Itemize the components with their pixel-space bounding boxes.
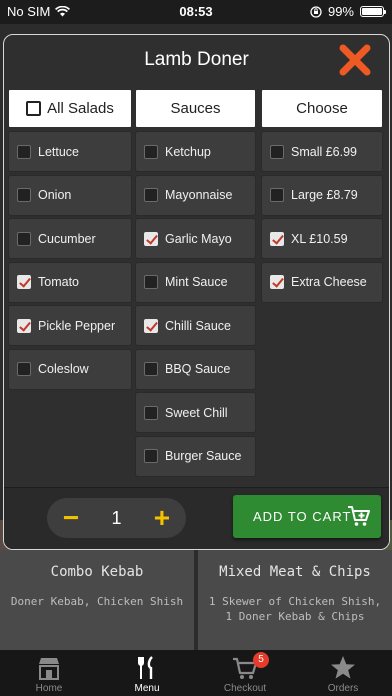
- increase-quantity-button[interactable]: +: [152, 504, 172, 532]
- option-label: Coleslow: [38, 362, 89, 376]
- battery-icon: [360, 6, 386, 17]
- option-checkbox[interactable]: [270, 275, 284, 289]
- column-header-sauces: Sauces: [136, 90, 255, 127]
- option-item[interactable]: Coleslow: [9, 349, 131, 389]
- option-checkbox[interactable]: [144, 188, 158, 202]
- status-right: 99%: [310, 4, 386, 19]
- tab-label: Home: [35, 683, 63, 694]
- all-salads-checkbox[interactable]: [26, 101, 42, 116]
- option-item[interactable]: Mayonnaise: [136, 175, 255, 215]
- option-checkbox[interactable]: [144, 362, 158, 376]
- option-checkbox[interactable]: [270, 231, 284, 246]
- option-label: Mayonnaise: [165, 188, 233, 202]
- option-checkbox[interactable]: [270, 144, 284, 159]
- option-label: Sweet Chill: [165, 405, 228, 420]
- option-item[interactable]: Large £8.79: [262, 175, 382, 215]
- option-label: Ketchup: [165, 144, 211, 159]
- option-checkbox[interactable]: [17, 362, 31, 376]
- menu-card-description: Doner Kebab, Chicken Shish: [10, 595, 184, 608]
- option-item[interactable]: Cucumber: [9, 219, 131, 258]
- close-icon[interactable]: [335, 40, 375, 80]
- tab-orders[interactable]: Orders: [294, 650, 392, 696]
- option-checkbox[interactable]: [17, 188, 31, 202]
- option-label: BBQ Sauce: [165, 362, 231, 376]
- tab-checkout[interactable]: 5 Checkout: [196, 650, 294, 696]
- option-label: Lettuce: [38, 144, 80, 159]
- menu-card-title: Mixed Meat & Chips: [219, 564, 371, 580]
- orientation-lock-icon: [310, 5, 322, 18]
- item-options-modal: Lamb Doner All Salads Sauces Choose Lett…: [3, 34, 390, 550]
- option-item[interactable]: Ketchup: [136, 132, 255, 171]
- option-label: Large £8.79: [291, 188, 358, 202]
- option-item[interactable]: XL £10.59: [262, 219, 382, 258]
- option-item[interactable]: Tomato: [9, 262, 131, 302]
- decrease-quantity-button[interactable]: −: [61, 504, 81, 532]
- column-header-choose: Choose: [262, 90, 382, 127]
- all-salads-toggle[interactable]: All Salads: [9, 90, 131, 127]
- tab-label: Checkout: [223, 683, 267, 694]
- option-label: Burger Sauce: [165, 449, 242, 463]
- option-label: Garlic Mayo: [165, 231, 232, 246]
- option-label: XL £10.59: [291, 231, 348, 246]
- option-label: Extra Cheese: [291, 275, 367, 289]
- option-item[interactable]: Burger Sauce: [136, 436, 255, 476]
- option-label: Tomato: [38, 275, 79, 289]
- option-checkbox[interactable]: [144, 144, 158, 159]
- status-bar: No SIM 08:53 99%: [0, 0, 392, 24]
- column-header-label: Choose: [296, 100, 348, 117]
- option-checkbox[interactable]: [144, 275, 158, 289]
- option-label: Small £6.99: [291, 144, 358, 159]
- option-item[interactable]: Lettuce: [9, 132, 131, 171]
- modal-footer: − 1 + ADD TO CART: [4, 488, 389, 549]
- option-item[interactable]: Garlic Mayo: [136, 219, 255, 258]
- option-label: Onion: [38, 188, 72, 202]
- menu-card-title: Combo Kebab: [50, 564, 144, 580]
- tab-home[interactable]: Home: [0, 650, 98, 696]
- option-item[interactable]: Mint Sauce: [136, 262, 255, 302]
- option-item[interactable]: Onion: [9, 175, 131, 215]
- add-to-cart-button[interactable]: ADD TO CART: [233, 495, 381, 538]
- option-item[interactable]: Extra Cheese: [262, 262, 382, 302]
- column-header-label: Sauces: [170, 100, 221, 117]
- option-checkbox[interactable]: [17, 144, 31, 159]
- option-item[interactable]: Sweet Chill: [136, 393, 255, 432]
- option-item[interactable]: Pickle Pepper: [9, 306, 131, 345]
- cart-count-badge: 5: [253, 652, 269, 668]
- option-checkbox[interactable]: [270, 188, 284, 202]
- option-checkbox[interactable]: [17, 275, 31, 289]
- option-item[interactable]: BBQ Sauce: [136, 349, 255, 389]
- tab-menu[interactable]: Menu: [98, 650, 196, 696]
- tab-label: Orders: [327, 683, 359, 694]
- modal-title: Lamb Doner: [144, 49, 249, 70]
- menu-card-description: 1 Skewer of Chicken Shish, 1 Doner Kebab…: [208, 595, 382, 623]
- option-checkbox[interactable]: [17, 318, 31, 333]
- option-label: Cucumber: [38, 231, 96, 246]
- add-cart-icon: [348, 506, 370, 526]
- quantity-stepper: − 1 +: [47, 498, 186, 538]
- quantity-value: 1: [111, 507, 122, 528]
- tab-label: Menu: [134, 683, 160, 694]
- column-header-label: All Salads: [47, 100, 114, 117]
- option-checkbox[interactable]: [144, 405, 158, 420]
- option-label: Mint Sauce: [165, 275, 228, 289]
- option-checkbox[interactable]: [144, 318, 158, 333]
- add-to-cart-label: ADD TO CART: [253, 509, 352, 524]
- option-item[interactable]: Chilli Sauce: [136, 306, 255, 345]
- option-label: Chilli Sauce: [165, 318, 232, 333]
- option-checkbox[interactable]: [17, 231, 31, 246]
- fork-knife-icon: [138, 656, 153, 679]
- bottom-tab-bar: Home Menu 5 Checkout Orders: [0, 650, 392, 696]
- star-icon: [331, 656, 355, 679]
- battery-percent: 99%: [327, 4, 354, 19]
- option-checkbox[interactable]: [144, 449, 158, 463]
- store-icon: [39, 658, 59, 680]
- option-checkbox[interactable]: [144, 231, 158, 246]
- option-item[interactable]: Small £6.99: [262, 132, 382, 171]
- option-label: Pickle Pepper: [38, 318, 116, 333]
